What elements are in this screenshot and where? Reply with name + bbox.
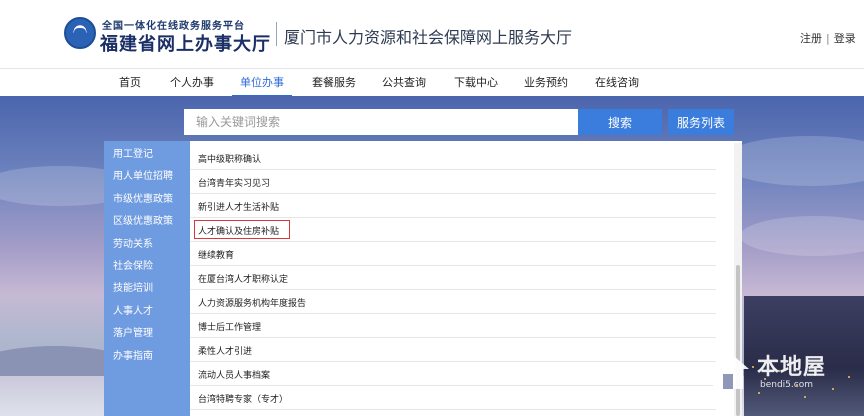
- logo-divider: [276, 22, 277, 46]
- search-button[interactable]: 搜索: [578, 109, 662, 135]
- watermark-text: 本地屋: [757, 355, 827, 380]
- list-item-label: 博士后工作管理: [198, 323, 262, 333]
- logo-title[interactable]: 福建省网上办事大厅: [100, 30, 271, 56]
- list-item-label: 高中级职称确认: [198, 155, 262, 165]
- list-item[interactable]: 人力资源服务机构年度报告: [190, 290, 716, 314]
- nav-personal[interactable]: 个人办事: [170, 69, 214, 97]
- list-item[interactable]: 台湾青年实习见习: [190, 170, 716, 194]
- nav-download[interactable]: 下载中心: [454, 69, 498, 97]
- service-list: 高中级职称确认 台湾青年实习见习 新引进人才生活补贴 人才确认及住房补贴 继续教…: [190, 141, 742, 416]
- sidebar-item-district-policy[interactable]: 区级优惠政策: [113, 212, 173, 227]
- city-light: [832, 388, 834, 390]
- list-item-label: 继续教育: [198, 251, 235, 261]
- list-item-label: 新引进人才生活补贴: [198, 203, 280, 213]
- search-input[interactable]: [184, 109, 578, 135]
- watermark-url: bendi5.com: [760, 380, 813, 390]
- list-item[interactable]: 流动人员人事档案: [190, 362, 716, 386]
- login-link[interactable]: 登录: [834, 32, 856, 45]
- sidebar-item-social-insurance[interactable]: 社会保险: [113, 257, 153, 272]
- city-light: [752, 366, 754, 368]
- list-item[interactable]: 高中级职称确认: [190, 146, 716, 170]
- list-item-label: 人力资源服务机构年度报告: [198, 299, 307, 309]
- list-item[interactable]: 继续教育: [190, 242, 716, 266]
- nav-consult[interactable]: 在线咨询: [595, 69, 639, 97]
- list-item-label: 柔性人才引进: [198, 347, 253, 357]
- sidebar-item-employment-registration[interactable]: 用工登记: [113, 145, 153, 160]
- sidebar-item-personnel-talent[interactable]: 人事人才: [113, 302, 153, 317]
- government-emblem-icon[interactable]: [64, 17, 96, 49]
- list-item-label: 台湾青年实习见习: [198, 179, 271, 189]
- list-item[interactable]: 在厦台湾人才职称认定: [190, 266, 716, 290]
- nav-organization[interactable]: 单位办事: [232, 69, 292, 97]
- main-nav: 首页 个人办事 单位办事 套餐服务 公共查询 下载中心 业务预约 在线咨询: [0, 68, 864, 97]
- city-light: [804, 396, 806, 398]
- site-title: 厦门市人力资源和社会保障网上服务大厅: [284, 28, 573, 47]
- sidebar-item-recruitment[interactable]: 用人单位招聘: [113, 167, 173, 182]
- cloud: [740, 216, 864, 256]
- sidebar-item-city-policy[interactable]: 市级优惠政策: [113, 190, 173, 205]
- city-light: [758, 392, 760, 394]
- list-item[interactable]: 新引进人才生活补贴: [190, 194, 716, 218]
- register-link[interactable]: 注册: [800, 32, 822, 45]
- nav-appointment[interactable]: 业务预约: [524, 69, 568, 97]
- list-item-label: 人才确认及住房补贴: [198, 227, 280, 237]
- sidebar-item-labor-relations[interactable]: 劳动关系: [113, 235, 153, 250]
- city-light: [848, 376, 850, 378]
- list-item-label: 在厦台湾人才职称认定: [198, 275, 289, 285]
- sidebar-item-household-registration[interactable]: 落户管理: [113, 324, 153, 339]
- list-item-label: 流动人员人事档案: [198, 371, 271, 381]
- auth-links: 注册 | 登录: [800, 30, 856, 46]
- list-item-highlighted[interactable]: 人才确认及住房补贴: [190, 218, 716, 242]
- sidebar-item-service-guide[interactable]: 办事指南: [113, 347, 153, 362]
- service-list-button[interactable]: 服务列表: [668, 109, 734, 135]
- site-header: 全国一体化在线政务服务平台 福建省网上办事大厅 厦门市人力资源和社会保障网上服务…: [0, 0, 864, 68]
- scrollbar-thumb[interactable]: [736, 265, 740, 416]
- sidebar-item-skills-training[interactable]: 技能培训: [113, 279, 153, 294]
- house-icon: [707, 351, 749, 389]
- nav-package[interactable]: 套餐服务: [312, 69, 356, 97]
- nav-public-query[interactable]: 公共查询: [382, 69, 426, 97]
- list-item[interactable]: 博士后工作管理: [190, 314, 716, 338]
- auth-separator: |: [826, 32, 830, 45]
- list-item[interactable]: 柔性人才引进: [190, 338, 716, 362]
- category-sidebar: 用工登记 用人单位招聘 市级优惠政策 区级优惠政策 劳动关系 社会保险 技能培训…: [104, 141, 190, 416]
- list-item-label: 台湾特聘专家（专才）: [198, 395, 289, 405]
- list-item[interactable]: 台湾特聘专家（专才）: [190, 386, 716, 410]
- nav-home[interactable]: 首页: [119, 69, 141, 97]
